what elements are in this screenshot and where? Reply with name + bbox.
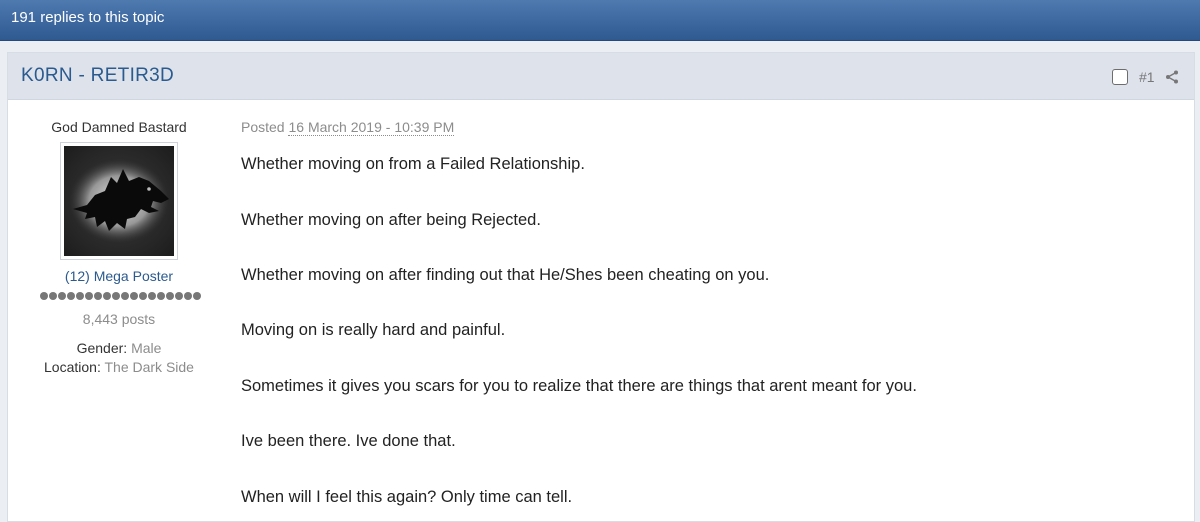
location-label: Location:: [44, 359, 101, 375]
rank-pip: [165, 292, 174, 300]
topic-header-bar: 191 replies to this topic: [0, 0, 1200, 41]
gender-label: Gender:: [76, 340, 128, 356]
post-number-link[interactable]: #1: [1139, 69, 1155, 85]
post-paragraph: Moving on is really hard and painful.: [241, 321, 506, 339]
location-value: The Dark Side: [104, 359, 194, 375]
gender-field: Gender: Male: [8, 340, 230, 356]
rank-pips: [30, 292, 210, 302]
post-select-checkbox[interactable]: [1112, 69, 1128, 85]
rank-pip: [129, 292, 138, 300]
share-icon[interactable]: [1165, 70, 1179, 84]
user-title: God Damned Bastard: [51, 119, 187, 135]
post-count: 8,443 posts: [82, 311, 156, 327]
posted-prefix: Posted: [241, 119, 285, 135]
rank-pip: [93, 292, 102, 300]
rank-pip: [183, 292, 192, 300]
post-header: K0RN - RETIR3D #1: [8, 53, 1194, 100]
posted-line: Posted 16 March 2019 - 10:39 PM: [241, 119, 455, 136]
post-paragraph: Whether moving on from a Failed Relation…: [241, 155, 585, 173]
post-paragraph: Sometimes it gives you scars for you to …: [241, 377, 917, 395]
rank-pip: [138, 292, 147, 300]
replies-count: 191 replies to this topic: [11, 9, 165, 26]
rank-pip: [48, 292, 57, 300]
rank-pip: [174, 292, 183, 300]
location-field: Location: The Dark Side: [8, 359, 230, 375]
author-name-link[interactable]: K0RN - RETIR3D: [21, 65, 174, 87]
rank-pip: [39, 292, 48, 300]
rank-pip: [111, 292, 120, 300]
post-paragraph: Ive been there. Ive done that.: [241, 432, 456, 450]
post-container: K0RN - RETIR3D #1 God Damned Bastard (12…: [7, 52, 1195, 522]
rank-pip: [156, 292, 165, 300]
post-paragraph: Whether moving on after being Rejected.: [241, 211, 541, 229]
posted-date-link[interactable]: 16 March 2019 - 10:39 PM: [288, 119, 455, 136]
gender-value: Male: [131, 340, 162, 356]
rank-pip: [66, 292, 75, 300]
post-paragraph: Whether moving on after finding out that…: [241, 266, 770, 284]
rank-pip: [147, 292, 156, 300]
author-sidebar: God Damned Bastard (12) Mega Poster 8,44…: [8, 100, 230, 520]
rank-pip: [57, 292, 66, 300]
rank-pip: [120, 292, 129, 300]
rank-pip: [102, 292, 111, 300]
rank-pip: [192, 292, 201, 300]
post-paragraph: When will I feel this again? Only time c…: [241, 488, 573, 506]
avatar[interactable]: [60, 142, 178, 260]
rank-pip: [84, 292, 93, 300]
direwolf-sigil-icon: [64, 146, 174, 256]
post-content: Posted 16 March 2019 - 10:39 PM Whether …: [241, 100, 1181, 520]
member-rank-link[interactable]: (12) Mega Poster: [8, 268, 230, 284]
rank-pip: [75, 292, 84, 300]
